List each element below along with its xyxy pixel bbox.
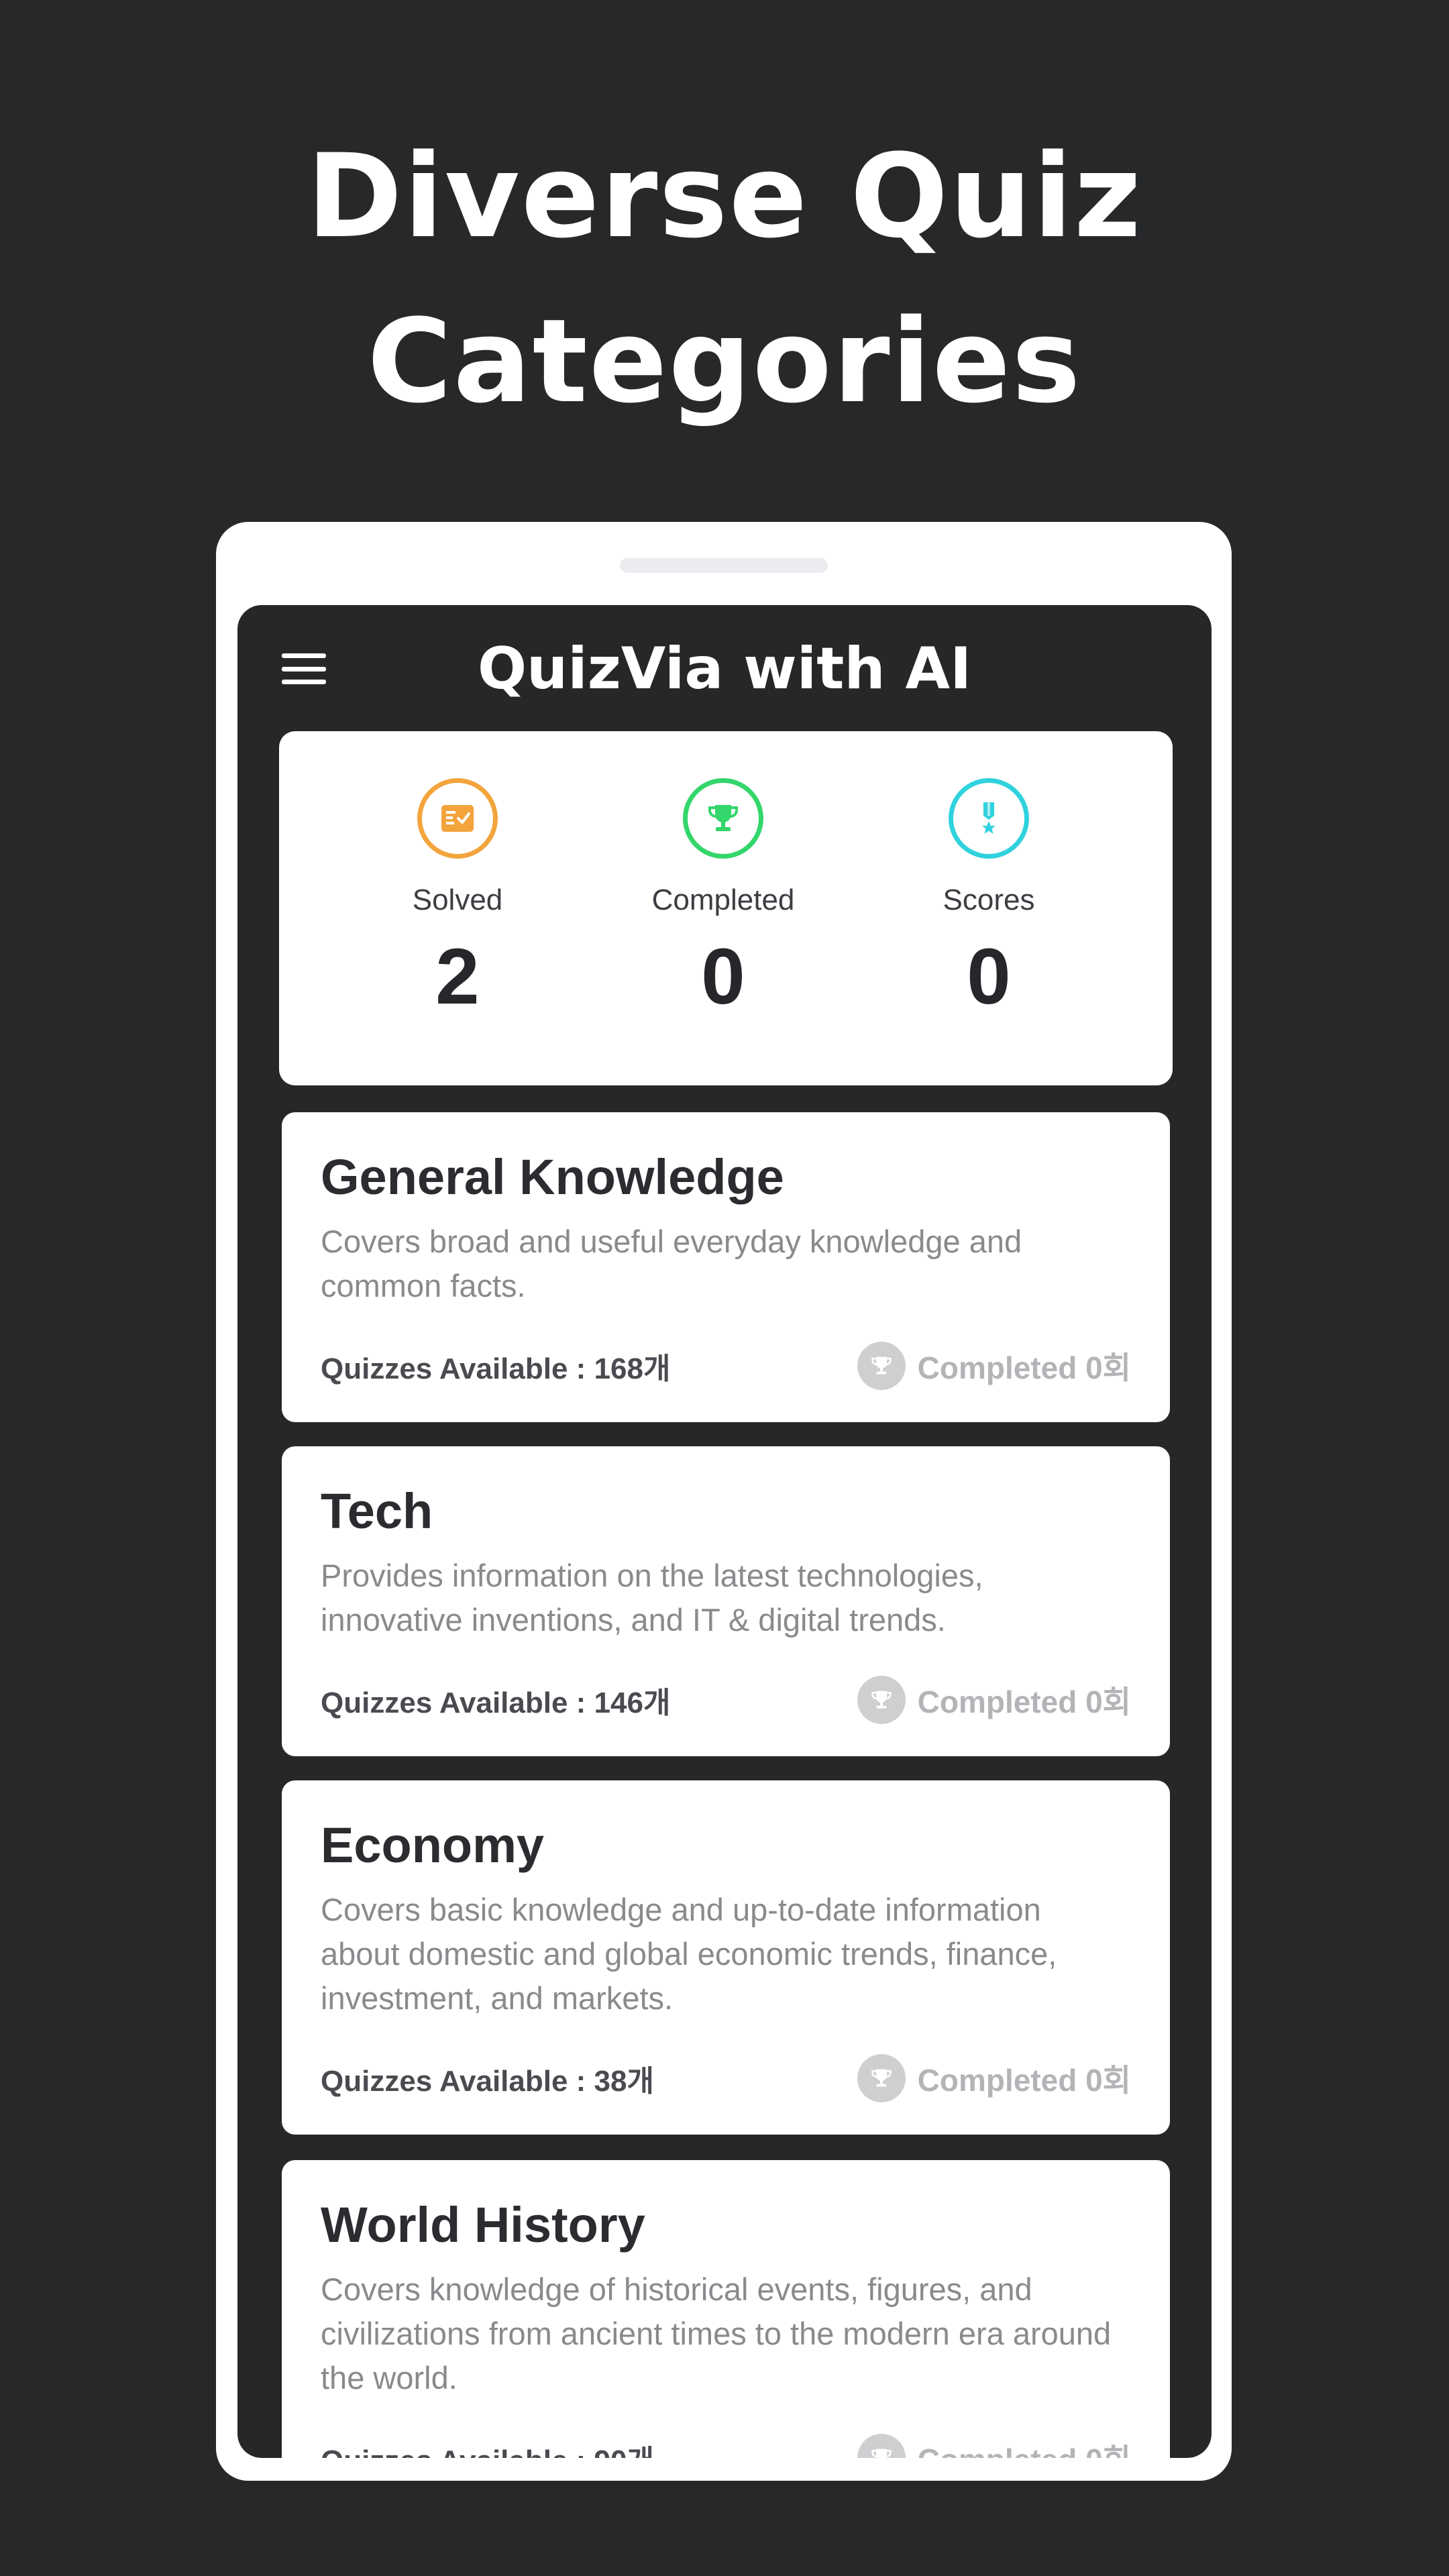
quiz-count: Quizzes Available : 38개	[321, 2065, 654, 2098]
drag-handle	[620, 558, 828, 573]
category-card-economy[interactable]: Economy Covers basic knowledge and up-to…	[282, 1780, 1170, 2135]
medal-icon	[949, 778, 1029, 859]
category-card-world-history[interactable]: World History Covers knowledge of histor…	[282, 2160, 1170, 2458]
category-description: Covers knowledge of historical events, f…	[321, 2271, 1112, 2396]
category-card-tech[interactable]: Tech Provides information on the latest …	[282, 1446, 1170, 1756]
category-title: Tech	[321, 1483, 433, 1539]
trophy-icon	[683, 778, 763, 859]
quiz-count: Quizzes Available : 168개	[321, 1352, 671, 1385]
stat-label-scores: Scores	[943, 883, 1035, 916]
quiz-count: Quizzes Available : 146개	[321, 1686, 671, 1719]
stat-label-solved: Solved	[412, 883, 503, 916]
completed-text: Completed 0회	[918, 2436, 1131, 2458]
stat-scores: Scores 0	[855, 778, 1123, 1017]
category-footer: Quizzes Available : 146개 Completed 0회	[321, 1676, 1131, 1724]
category-title: World History	[321, 2197, 645, 2253]
headline-line-1: Diverse Quiz	[307, 129, 1142, 264]
completed-count: Completed 0회	[857, 2054, 1131, 2102]
trophy-icon	[857, 2434, 906, 2458]
category-card-general-knowledge[interactable]: General Knowledge Covers broad and usefu…	[282, 1112, 1170, 1422]
category-footer: Quizzes Available : 38개 Completed 0회	[321, 2054, 1131, 2102]
category-title: Economy	[321, 1817, 545, 1873]
quiz-sheet-icon	[417, 778, 498, 859]
headline-line-2: Categories	[367, 294, 1082, 429]
app-title: QuizVia with AI	[477, 635, 972, 702]
category-description: Covers broad and useful everyday knowled…	[321, 1224, 1022, 1303]
trophy-icon	[857, 1342, 906, 1390]
completed-count: Completed 0회	[857, 1676, 1131, 1724]
stat-solved: Solved 2	[323, 778, 592, 1017]
completed-text: Completed 0회	[917, 1350, 1131, 1385]
completed-count: Completed 0회	[857, 1342, 1131, 1390]
trophy-icon	[857, 1676, 906, 1724]
app-bar: QuizVia with AI	[237, 605, 1212, 733]
app-screen: QuizVia with AI Solved 2 Completed 0 Sco…	[237, 605, 1212, 2458]
stat-value-completed: 0	[701, 932, 745, 1021]
stat-label-completed: Completed	[651, 883, 795, 916]
completed-count: Completed 0회	[857, 2434, 1131, 2458]
category-description: Covers basic knowledge and up-to-date in…	[321, 1892, 1057, 2016]
trophy-icon	[857, 2054, 906, 2102]
stats-panel: Solved 2 Completed 0 Scores 0	[279, 731, 1173, 1085]
category-footer: Quizzes Available : 90개 Completed 0회	[321, 2434, 1131, 2458]
promo-headline: Diverse Quiz Categories	[0, 114, 1449, 444]
phone-frame: QuizVia with AI Solved 2 Completed 0 Sco…	[216, 522, 1232, 2481]
category-title: General Knowledge	[321, 1149, 784, 1205]
stat-value-scores: 0	[967, 932, 1011, 1021]
quiz-count: Quizzes Available : 90개	[321, 2436, 654, 2458]
category-footer: Quizzes Available : 168개 Completed 0회	[321, 1342, 1131, 1390]
completed-text: Completed 0회	[917, 2063, 1131, 2098]
completed-text: Completed 0회	[917, 1684, 1131, 1719]
stat-completed: Completed 0	[589, 778, 857, 1017]
category-description: Provides information on the latest techn…	[321, 1558, 983, 1638]
stat-value-solved: 2	[435, 932, 480, 1021]
